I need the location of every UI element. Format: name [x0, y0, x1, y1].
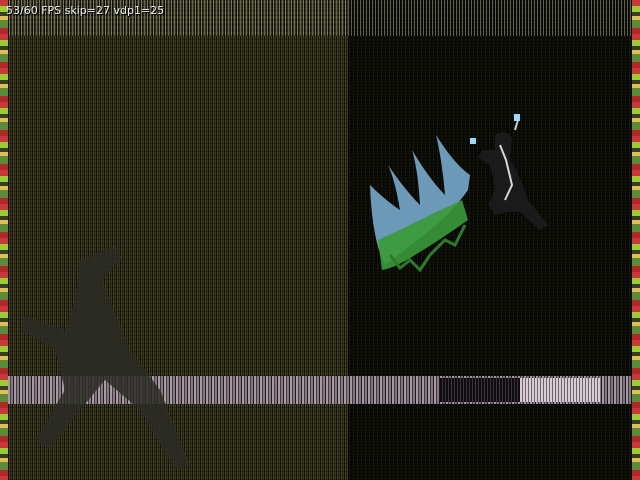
floor-light-segment — [520, 378, 600, 402]
floor-dark-segment — [440, 378, 520, 402]
right-edge-strip — [632, 0, 640, 480]
fps-counter: 53/60 FPS skip=27 vdp1=25 — [6, 4, 165, 17]
left-edge-strip — [0, 0, 8, 480]
background-right-panel — [348, 0, 632, 480]
shadow-figure-icon — [20, 245, 190, 470]
game-screen[interactable]: 53/60 FPS skip=27 vdp1=25 — [0, 0, 640, 480]
